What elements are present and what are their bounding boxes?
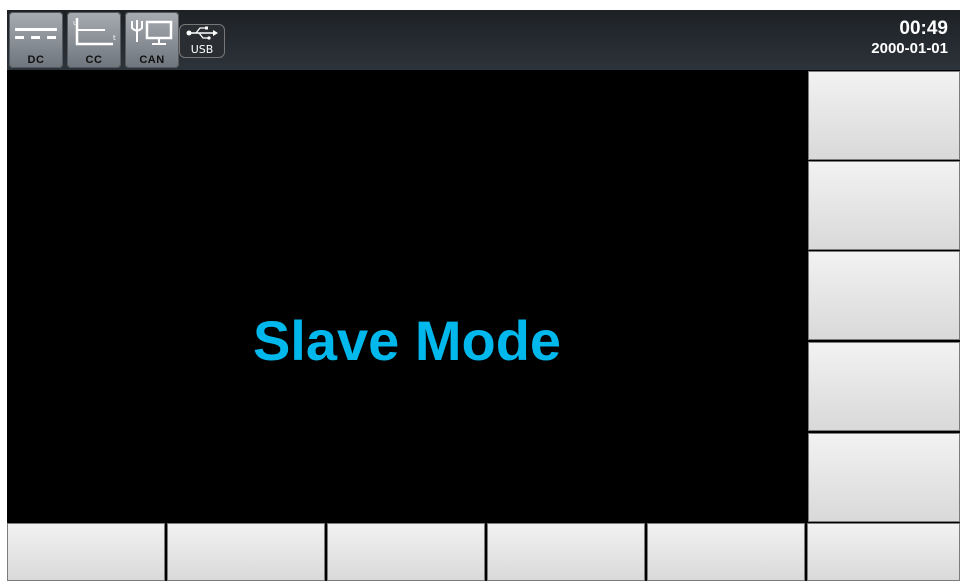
mode-title: Slave Mode [252,309,562,372]
bottom-softkey-2[interactable] [167,523,325,581]
bottom-softkey-3[interactable] [327,523,485,581]
main-display: Slave Mode [7,70,807,523]
can-label: CAN [139,54,165,66]
cc-indicator[interactable]: u t CC [67,12,121,68]
cc-label: CC [85,54,103,66]
bottom-softkey-4[interactable] [487,523,645,581]
svg-text:t: t [113,34,116,42]
side-softkey-3[interactable] [808,251,960,340]
can-indicator[interactable]: CAN [125,12,179,68]
clock: 00:49 2000-01-01 [871,18,948,58]
bottom-softkey-5[interactable] [647,523,805,581]
instrument-screen: DC u t CC CAN USB 00:49 2000-01-01 Slave… [7,10,960,581]
usb-label: USB [190,43,214,56]
bottom-softkey-1[interactable] [7,523,165,581]
clock-date: 2000-01-01 [871,40,948,57]
status-bar: DC u t CC CAN USB 00:49 2000-01-01 [7,10,960,70]
clock-time: 00:49 [899,18,948,39]
side-softkey-4[interactable] [808,342,960,431]
can-network-icon [131,20,173,45]
side-softkey-5[interactable] [808,433,960,522]
side-softkey-1[interactable] [808,71,960,160]
bottom-softkey-6[interactable] [807,523,960,581]
dc-icon [15,28,57,39]
dc-label: DC [27,54,45,66]
usb-indicator[interactable]: USB [179,24,225,58]
svg-text:u: u [73,19,77,27]
cc-curve-icon: u t [73,18,116,46]
dc-indicator[interactable]: DC [9,12,63,68]
side-softkey-2[interactable] [808,161,960,250]
